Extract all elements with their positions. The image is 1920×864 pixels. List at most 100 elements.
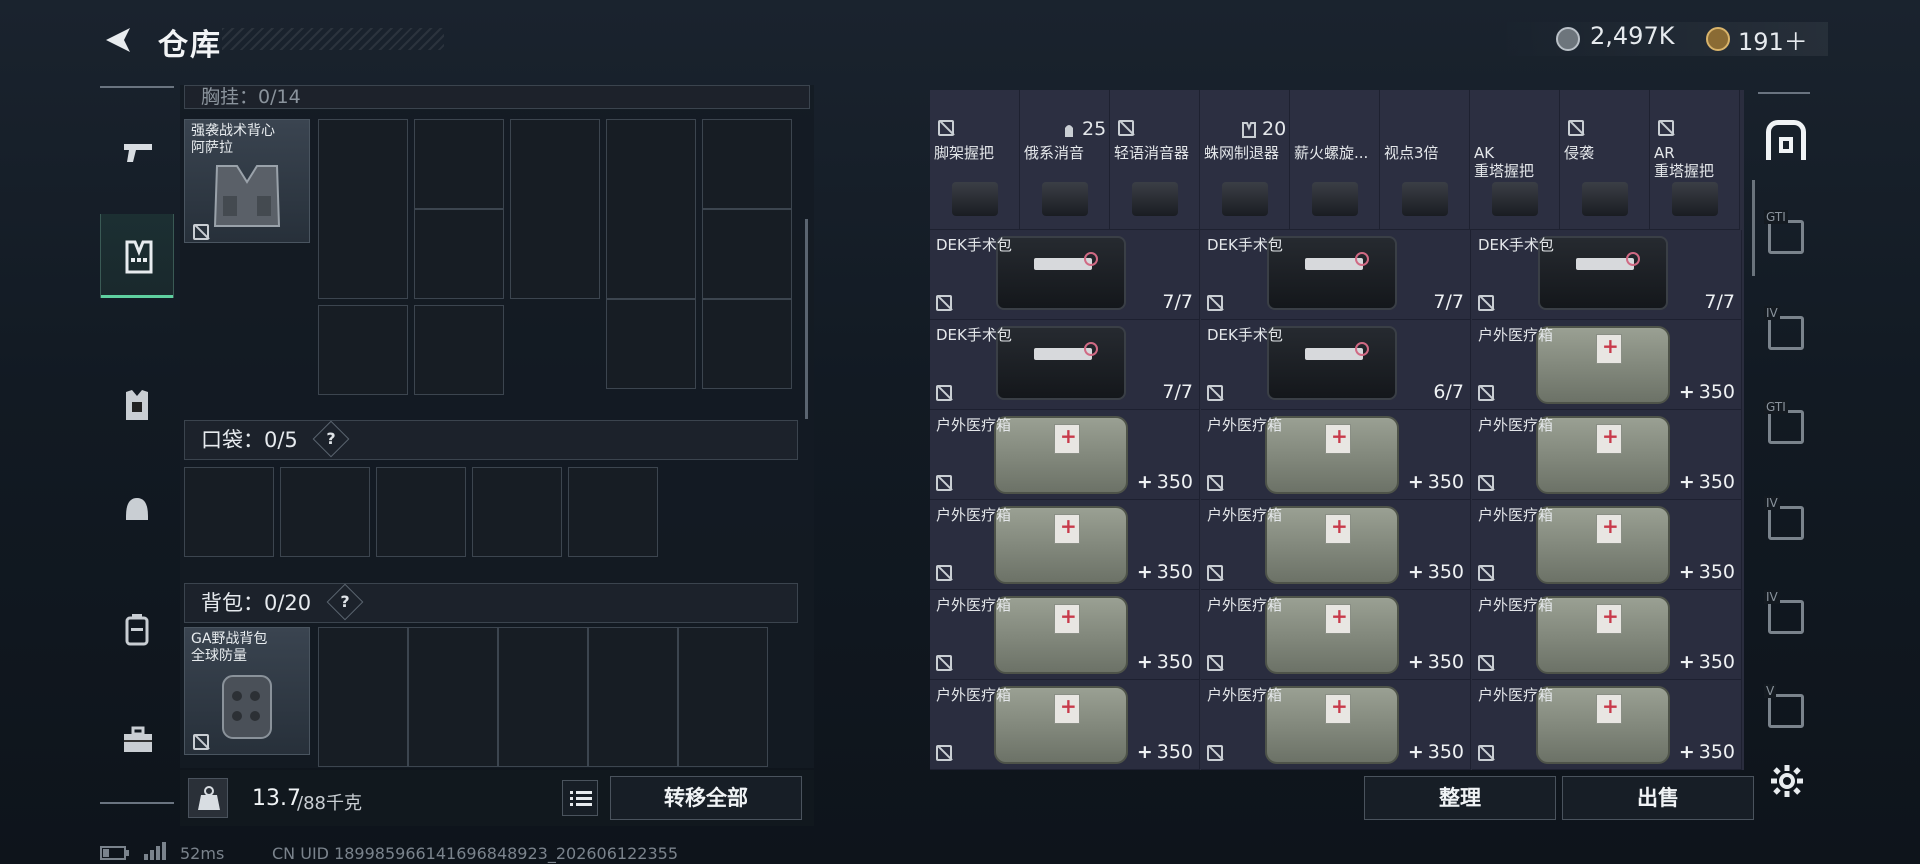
chest-rig-item-name: 强袭战术背心 阿萨拉 (191, 123, 275, 156)
settings-gear-icon[interactable] (1770, 764, 1804, 798)
attachment-item[interactable]: 脚架握把 (930, 90, 1020, 230)
nav-tab-chest-rig[interactable] (100, 214, 174, 298)
backpack-slot[interactable] (678, 627, 768, 767)
pocket-slot[interactable] (184, 467, 274, 557)
pocket-slot[interactable] (280, 467, 370, 557)
no-trade-icon (936, 655, 952, 671)
backpack-item[interactable]: GA野战背包 全球防量 (184, 627, 310, 755)
chest-slot[interactable] (702, 119, 792, 209)
pocket-slot[interactable] (568, 467, 658, 557)
chest-rig-item[interactable]: 强袭战术背心 阿萨拉 (184, 119, 310, 243)
chest-slot[interactable] (606, 119, 696, 299)
pocket-slot[interactable] (376, 467, 466, 557)
left-scrollbar[interactable] (805, 219, 808, 419)
storage-tab-2[interactable]: GTI (1764, 210, 1808, 258)
no-trade-icon (1478, 475, 1494, 491)
currency-gold-amount[interactable]: 191＋ (1738, 22, 1808, 57)
storage-item-name: 户外医疗箱 (1207, 686, 1283, 704)
storage-item[interactable]: 户外医疗箱 +350 (1201, 410, 1471, 500)
attachment-item[interactable]: 视点3倍 (1380, 90, 1470, 230)
storage-item[interactable]: 户外医疗箱 +350 (1472, 410, 1742, 500)
storage-item-count: +350 (1678, 561, 1735, 583)
chest-slot[interactable] (702, 209, 792, 299)
chest-slot[interactable] (510, 119, 600, 299)
backpack-help-icon[interactable]: ? (326, 583, 364, 621)
chest-slot[interactable] (414, 305, 504, 395)
no-trade-icon (1207, 565, 1223, 581)
storage-item[interactable]: 户外医疗箱 +350 (930, 410, 1200, 500)
surgery-kit-image (1267, 236, 1397, 310)
nav-tab-backpack[interactable] (100, 586, 174, 670)
nav-tab-weapons[interactable] (100, 110, 174, 194)
chest-slot[interactable] (606, 299, 696, 389)
storage-tab-1[interactable] (1764, 118, 1808, 162)
pocket-slot[interactable] (472, 467, 562, 557)
attachment-item[interactable]: 轻语消音器 (1110, 90, 1200, 230)
storage-item[interactable]: 户外医疗箱 +350 (1472, 500, 1742, 590)
storage-tab-7[interactable]: V (1764, 684, 1808, 732)
storage-scrollbar[interactable] (1752, 180, 1755, 276)
attachment-item[interactable]: AK 重塔握把 (1470, 90, 1560, 230)
plus-icon: + (1678, 471, 1695, 493)
storage-tab-5[interactable]: IV (1764, 496, 1808, 544)
storage-item[interactable]: 户外医疗箱 +350 (1201, 590, 1471, 680)
back-arrow-icon[interactable] (100, 24, 134, 56)
no-trade-icon (936, 745, 952, 761)
medical-bag-image (1265, 686, 1399, 764)
nav-tab-armor[interactable] (100, 362, 174, 446)
storage-tab-3[interactable]: IV (1764, 306, 1808, 354)
battery-icon (100, 846, 129, 860)
attachment-image (1402, 182, 1448, 216)
backpack-slot[interactable] (318, 627, 408, 767)
storage-item[interactable]: DEK手术包 6/7 (1201, 320, 1471, 410)
sell-button[interactable]: 出售 (1562, 776, 1754, 820)
backpack-header: 背包：0/20 ? (184, 583, 798, 623)
storage-tier-tag: V (1764, 684, 1777, 698)
storage-item[interactable]: DEK手术包 7/7 (1472, 230, 1742, 320)
plus-icon: + (1407, 471, 1424, 493)
attachment-item[interactable]: AR 重塔握把 (1650, 90, 1740, 230)
chest-slot[interactable] (318, 119, 408, 299)
storage-tab-6[interactable]: IV (1764, 590, 1808, 638)
storage-item[interactable]: DEK手术包 7/7 (930, 230, 1200, 320)
storage-tab-4[interactable]: GTI (1764, 400, 1808, 448)
nav-tab-toolbox[interactable] (100, 700, 174, 784)
chest-slot[interactable] (414, 209, 504, 299)
storage-item[interactable]: DEK手术包 7/7 (930, 320, 1200, 410)
chest-slot[interactable] (318, 305, 408, 395)
backpack-slot[interactable] (408, 627, 498, 767)
storage-item[interactable]: 户外医疗箱 +350 (1472, 680, 1742, 770)
chest-slot[interactable] (414, 119, 504, 209)
storage-item[interactable]: 户外医疗箱 +350 (930, 500, 1200, 590)
storage-item[interactable]: 户外医疗箱 +350 (1201, 680, 1471, 770)
backpack-slot[interactable] (498, 627, 588, 767)
surgery-kit-image (1538, 236, 1668, 310)
transfer-all-button[interactable]: 转移全部 (610, 776, 802, 820)
attachment-item[interactable]: 薪火螺旋... (1290, 90, 1380, 230)
nav-bottom-line (100, 802, 174, 804)
no-trade-icon (1207, 655, 1223, 671)
storage-item-count: 6/7 (1433, 381, 1464, 403)
storage-item[interactable]: 户外医疗箱 +350 (1201, 500, 1471, 590)
ping-text: 52ms (180, 844, 225, 863)
medical-bag-image (994, 596, 1128, 674)
backpack-slot[interactable] (588, 627, 678, 767)
sort-button[interactable]: 整理 (1364, 776, 1556, 820)
storage-item[interactable]: 户外医疗箱 +350 (930, 590, 1200, 680)
nav-tab-helmet[interactable] (100, 468, 174, 552)
storage-item[interactable]: 户外医疗箱 +350 (1472, 590, 1742, 680)
attachment-item[interactable]: 侵袭 (1560, 90, 1650, 230)
storage-item-count: +350 (1136, 741, 1193, 763)
chest-slot[interactable] (702, 299, 792, 389)
medical-bag-image (994, 416, 1128, 494)
attachment-item[interactable]: 俄系消音 (1020, 90, 1110, 230)
storage-item[interactable]: 户外医疗箱 +350 (1472, 320, 1742, 410)
attachment-name: 俄系消音 (1024, 144, 1085, 162)
attachment-name: 蛛网制退器 (1204, 144, 1280, 162)
pockets-help-icon[interactable]: ? (313, 420, 350, 458)
list-view-button[interactable] (562, 780, 598, 816)
storage-item[interactable]: DEK手术包 7/7 (1201, 230, 1471, 320)
attachment-item[interactable]: 蛛网制退器 (1200, 90, 1290, 230)
storage-item[interactable]: 户外医疗箱 +350 (930, 680, 1200, 770)
plus-icon: + (1136, 651, 1153, 673)
